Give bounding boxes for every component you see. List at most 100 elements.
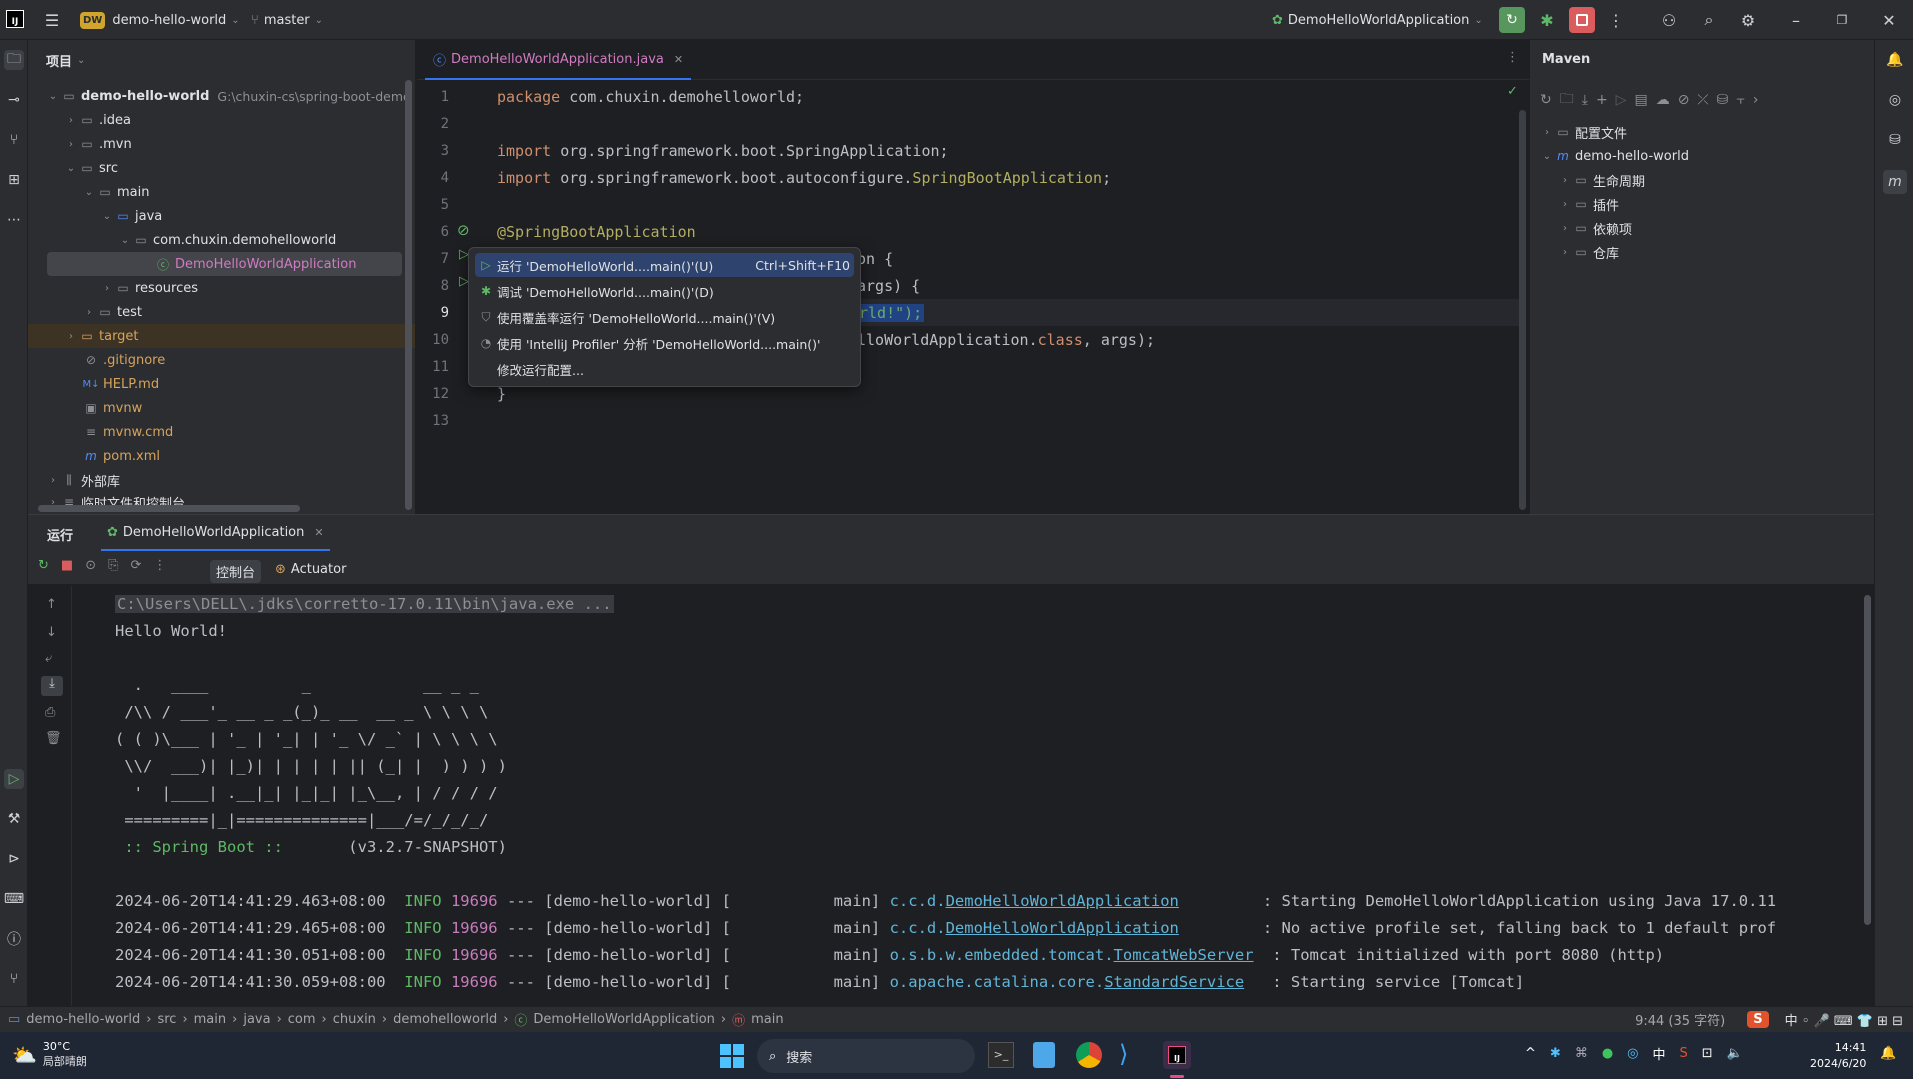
terminal-app-icon[interactable]: >_ [988, 1042, 1014, 1068]
search-icon[interactable]: ⌕ [1698, 9, 1720, 31]
sogou-icon[interactable]: S [1680, 1046, 1688, 1061]
log-class-link[interactable]: StandardService [1104, 973, 1244, 991]
rerun-icon[interactable]: ↻ [38, 558, 49, 573]
chrome-app-icon[interactable] [1076, 1042, 1102, 1068]
arrow-up-icon[interactable]: ↑ [46, 597, 57, 612]
run-config-selector[interactable]: ✿ DemoHelloWorldApplication ⌄ [1272, 8, 1483, 32]
intellij-app-icon[interactable]: IJ [1163, 1041, 1191, 1069]
problems-icon[interactable]: ⓘ [4, 929, 24, 949]
settings-gear-icon[interactable]: ⚙ [1737, 9, 1759, 31]
bluetooth-icon[interactable]: ✱ [1550, 1046, 1561, 1061]
soft-wrap-icon[interactable]: ⤶ [45, 651, 52, 666]
code-text[interactable]: import org.springframework.boot.autoconf… [497, 169, 1111, 187]
code-with-me-icon[interactable]: ⚇ [1658, 9, 1680, 31]
tree-item-target[interactable]: › ▭ target [64, 324, 139, 348]
skip-tests-icon[interactable]: ⊘ [1678, 92, 1690, 108]
stop-icon[interactable]: ■ [61, 558, 73, 573]
selected-code-text[interactable]: rld!"); [857, 304, 925, 322]
code-text[interactable]: lloWorldApplication.class, args); [857, 331, 1155, 349]
tree-item-main-class[interactable]: ⓒ DemoHelloWorldApplication [154, 252, 356, 276]
tree-item-test[interactable]: › ▭ test [82, 300, 142, 324]
structure-icon[interactable]: ⊞ [4, 170, 24, 190]
database-icon[interactable]: ⛁ [1885, 130, 1905, 150]
clock[interactable]: 14:41 2024/6/20 [1810, 1040, 1866, 1072]
branch-switcher[interactable]: ⑂ master ⌄ [251, 8, 323, 32]
collapse-icon[interactable]: ⤫ [1697, 92, 1708, 108]
maven-item-lifecycle[interactable]: › ▭ 生命周期 [1558, 168, 1645, 192]
git-icon[interactable]: ⑂ [4, 969, 24, 989]
services-icon[interactable]: ⊳ [4, 849, 24, 869]
menu-item-edit-config[interactable]: 修改运行配置... [475, 357, 854, 381]
breadcrumb-item[interactable]: main [194, 1012, 226, 1027]
tree-item-resources[interactable]: › ▭ resources [100, 276, 198, 300]
editor-tab-active[interactable]: ⓒ DemoHelloWorldApplication.java ✕ [425, 40, 692, 80]
close-icon[interactable]: ✕ [314, 526, 323, 539]
chevron-right-icon[interactable]: › [1753, 92, 1759, 108]
export-icon[interactable]: ⎘ [108, 558, 118, 573]
tree-item-package[interactable]: ⌄ ▭ com.chuxin.demohelloworld [118, 228, 336, 252]
code-text[interactable]: } [497, 385, 506, 403]
tree-item-mvnw[interactable]: ▣ mvnw [82, 396, 142, 420]
maven-item-plugins[interactable]: › ▭ 插件 [1558, 192, 1619, 216]
menu-item-profiler[interactable]: ◔ 使用 'IntelliJ Profiler' 分析 'DemoHelloWo… [475, 331, 854, 355]
breadcrumb-item[interactable]: main [751, 1012, 783, 1027]
breadcrumb-item[interactable]: src [157, 1012, 176, 1027]
actuator-tab[interactable]: ⊛ Actuator [275, 562, 346, 577]
generate-sources-icon[interactable]: 🗀 [1560, 88, 1574, 112]
code-text[interactable]: on { [857, 250, 893, 268]
project-tool-icon[interactable]: 🗀 [4, 50, 24, 70]
tree-item-java[interactable]: ⌄ ▭ java [100, 204, 162, 228]
menu-item-coverage[interactable]: ⛉ 使用覆盖率运行 'DemoHelloWorld....main()'(V) [475, 305, 854, 329]
tree-item-idea[interactable]: › ▭ .idea [64, 108, 131, 132]
taskbar-search[interactable]: ⌕ 搜索 [757, 1039, 975, 1073]
more-actions-icon[interactable]: ⋮ [1605, 9, 1627, 31]
discord-icon[interactable]: ⌘ [1575, 1046, 1588, 1061]
debug-button[interactable]: ✱ [1536, 9, 1558, 31]
notepad-app-icon[interactable] [1033, 1042, 1055, 1068]
tree-item-pom[interactable]: m pom.xml [82, 444, 160, 468]
download-icon[interactable]: ⤓ [1582, 92, 1588, 108]
tab-options-icon[interactable]: ⋮ [1506, 50, 1519, 65]
print-icon[interactable]: ⎙ [45, 705, 55, 720]
breadcrumb-item[interactable]: java [243, 1012, 270, 1027]
code-text[interactable]: import org.springframework.boot.SpringAp… [497, 142, 949, 160]
network-icon[interactable]: ⊡ [1702, 1046, 1713, 1061]
code-text[interactable]: @SpringBootApplication [497, 223, 696, 241]
maven-item-profiles[interactable]: › ▭ 配置文件 [1540, 120, 1627, 144]
vscode-app-icon[interactable]: ⟩ [1119, 1040, 1128, 1068]
build-tool-icon[interactable]: ⚒ [4, 809, 24, 829]
notifications-icon[interactable]: 🔔 [1885, 50, 1905, 70]
tree-item-gitignore[interactable]: ⊘ .gitignore [82, 348, 165, 372]
code-text[interactable]: args) { [857, 277, 920, 295]
tree-item-mvn[interactable]: › ▭ .mvn [64, 132, 132, 156]
tree-item-help[interactable]: M↓ HELP.md [82, 372, 159, 396]
tree-item-external-libs[interactable]: › ⫼ 外部库 [46, 468, 120, 492]
close-window-icon[interactable]: ✕ [1878, 9, 1900, 31]
ime-indicator[interactable]: 中 [1653, 1044, 1666, 1063]
caret-position[interactable]: 9:44 (35 字符) [1635, 1010, 1725, 1029]
project-switcher[interactable]: DW demo-hello-world ⌄ [80, 8, 240, 32]
volume-icon[interactable]: 🔈 [1727, 1046, 1743, 1061]
log-class-link[interactable]: DemoHelloWorldApplication [946, 919, 1179, 937]
breadcrumb-item[interactable]: demohelloworld [393, 1012, 497, 1027]
tree-item-main[interactable]: ⌄ ▭ main [82, 180, 150, 204]
console-scrollbar[interactable] [1864, 595, 1871, 925]
offline-icon[interactable]: ☁ [1656, 92, 1670, 108]
terminal-icon[interactable]: ⌨ [4, 889, 24, 909]
maven-item-dependencies[interactable]: › ▭ 依赖项 [1558, 216, 1632, 240]
chevron-up-icon[interactable]: ^ [1525, 1046, 1536, 1061]
editor-scrollbar[interactable] [1519, 110, 1526, 510]
maven-tool-icon[interactable]: m [1883, 170, 1907, 194]
restore-layout-icon[interactable]: ⟳ [131, 558, 142, 573]
breadcrumb-item[interactable]: com [288, 1012, 316, 1027]
start-button[interactable] [720, 1044, 744, 1068]
show-deps-icon[interactable]: ⛁ [1717, 92, 1729, 108]
log-class-link[interactable]: TomcatWebServer [1114, 946, 1254, 964]
camera-icon[interactable]: ⊙ [85, 558, 96, 573]
execute-config-icon[interactable]: ▤ [1634, 92, 1647, 108]
add-icon[interactable]: + [1596, 92, 1608, 108]
notification-bell-icon[interactable]: 🔔 [1880, 1046, 1896, 1061]
breadcrumb-item[interactable]: chuxin [333, 1012, 376, 1027]
tree-item-mvnw-cmd[interactable]: ≡ mvnw.cmd [82, 420, 173, 444]
spring-bean-gutter-icon[interactable]: ⊘ [457, 221, 470, 239]
